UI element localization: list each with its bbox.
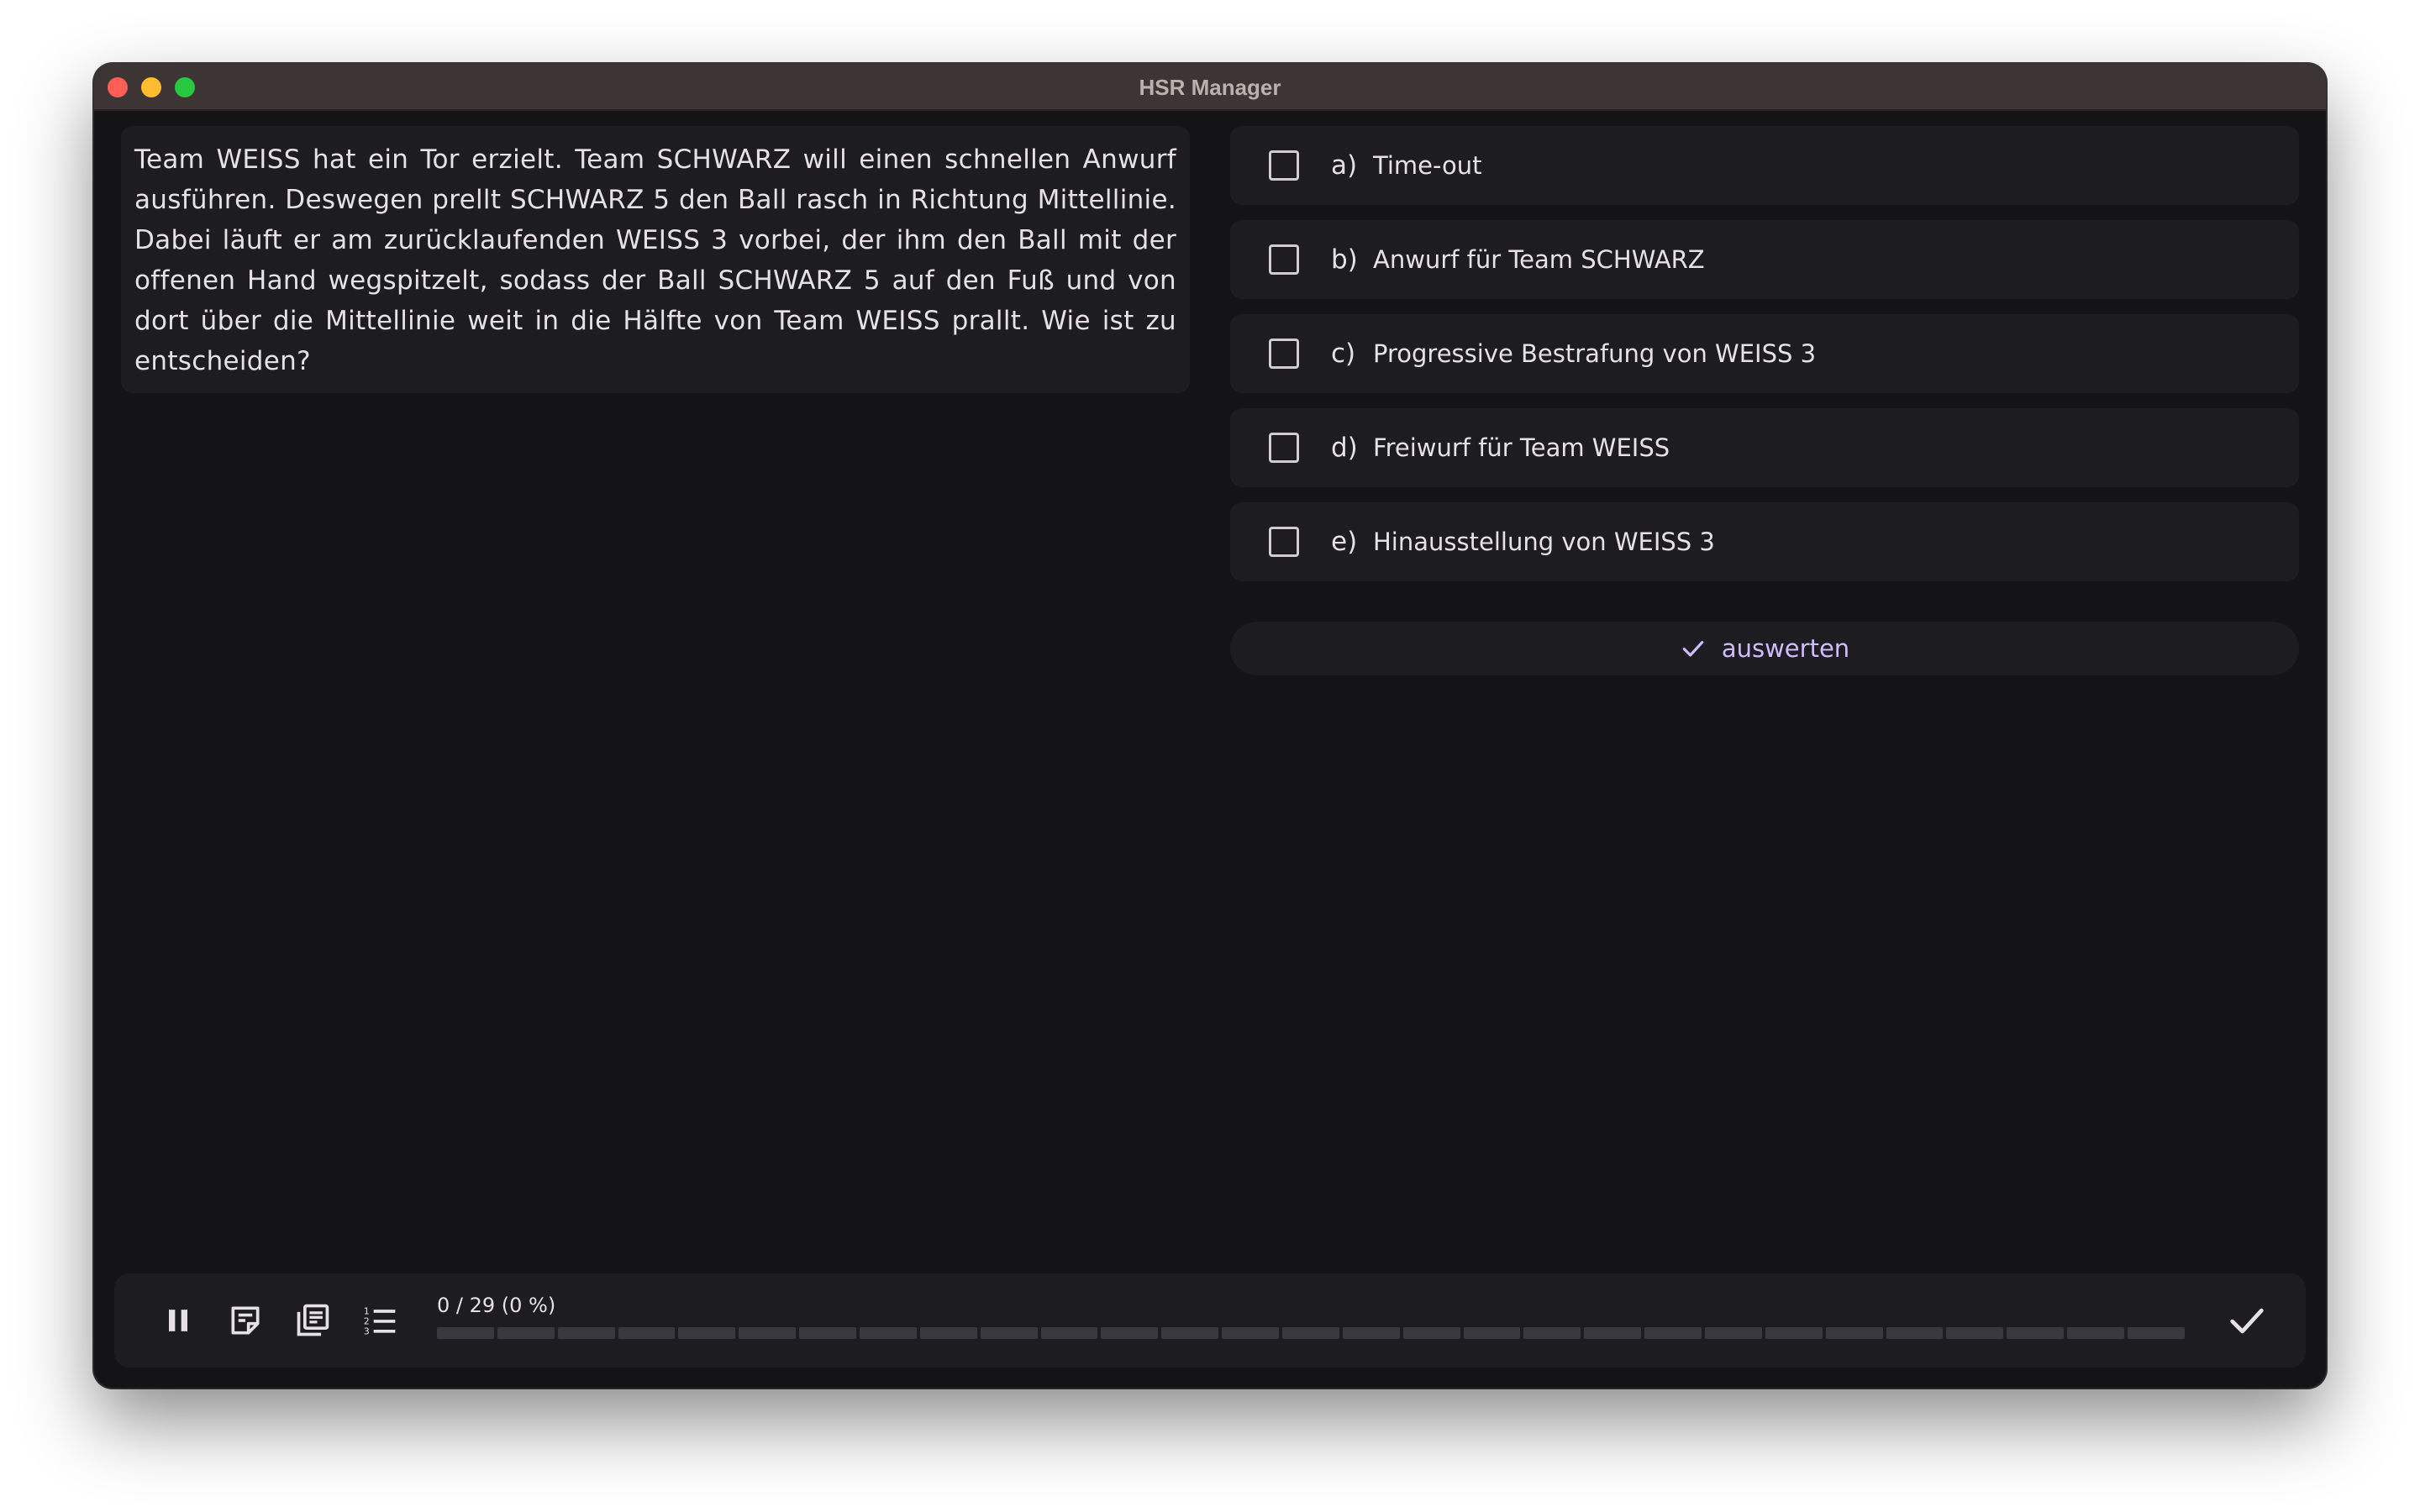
note-icon	[231, 1306, 260, 1335]
question-card: Team WEISS hat ein Tor erzielt. Team SCH…	[121, 126, 1190, 393]
evaluate-label: auswerten	[1721, 634, 1850, 663]
answer-letter: e)	[1331, 527, 1358, 557]
library-icon	[297, 1304, 329, 1336]
progress-segment	[1101, 1327, 1159, 1339]
answer-letter: a)	[1331, 150, 1358, 181]
answer-option-d[interactable]: d) Freiwurf für Team WEISS	[1230, 408, 2299, 487]
answer-text: Progressive Bestrafung von WEISS 3	[1373, 339, 1817, 368]
progress-segment	[919, 1327, 977, 1339]
question-list-button[interactable]: 1 2 3	[360, 1300, 400, 1341]
note-button[interactable]	[225, 1300, 266, 1341]
progress-segment	[860, 1327, 917, 1339]
answer-option-e[interactable]: e) Hinausstellung von WEISS 3	[1230, 502, 2299, 581]
answer-text: Hinausstellung von WEISS 3	[1373, 528, 1715, 556]
answer-option-b[interactable]: b) Anwurf für Team SCHWARZ	[1230, 220, 2299, 299]
answer-text: Time-out	[1373, 151, 1482, 180]
progress-segment	[2007, 1327, 2065, 1339]
question-text: Team WEISS hat ein Tor erzielt. Team SCH…	[134, 144, 1176, 376]
progress-segment	[2067, 1327, 2125, 1339]
progress-segment	[1402, 1327, 1460, 1339]
progress-bar	[437, 1327, 2185, 1339]
finish-button[interactable]	[2225, 1299, 2269, 1342]
progress-segment	[1705, 1327, 1762, 1339]
answer-text: Freiwurf für Team WEISS	[1373, 433, 1670, 462]
progress-label: 0 / 29 (0 %)	[437, 1294, 556, 1317]
progress-segment	[1886, 1327, 1944, 1339]
progress-segment	[1644, 1327, 1702, 1339]
progress-segment	[678, 1327, 736, 1339]
app-window: HSR Manager Team WEISS hat ein Tor erzie…	[94, 64, 2326, 1388]
answer-checkbox[interactable]	[1269, 339, 1299, 369]
progress-segment	[1946, 1327, 2004, 1339]
answer-text: Anwurf für Team SCHWARZ	[1373, 245, 1705, 274]
progress-segment	[1342, 1327, 1400, 1339]
title-bar[interactable]: HSR Manager	[94, 64, 2326, 111]
svg-text:3: 3	[364, 1326, 370, 1337]
answer-option-a[interactable]: a) Time-out	[1230, 126, 2299, 205]
progress-segment	[1040, 1327, 1098, 1339]
progress-segment	[980, 1327, 1038, 1339]
answer-option-c[interactable]: c) Progressive Bestrafung von WEISS 3	[1230, 314, 2299, 393]
progress-segment	[1523, 1327, 1581, 1339]
progress-segment	[799, 1327, 857, 1339]
evaluate-button[interactable]: auswerten	[1230, 622, 2299, 675]
progress-segment	[1222, 1327, 1280, 1339]
progress-segment	[1584, 1327, 1642, 1339]
progress-segment	[1463, 1327, 1521, 1339]
answer-letter: c)	[1331, 339, 1356, 369]
check-icon	[1682, 641, 1704, 657]
pause-button[interactable]	[158, 1300, 198, 1341]
progress-segment	[618, 1327, 676, 1339]
answer-letter: d)	[1331, 433, 1358, 463]
progress-segment	[1282, 1327, 1339, 1339]
progress-segment	[1161, 1327, 1219, 1339]
progress-segment	[497, 1327, 555, 1339]
answer-checkbox[interactable]	[1269, 433, 1299, 463]
progress-segment	[2128, 1327, 2185, 1339]
bottom-toolbar: 1 2 3 0 / 29 (0 %)	[114, 1273, 2306, 1368]
progress-segment	[739, 1327, 797, 1339]
progress-segment	[1765, 1327, 1823, 1339]
progress-segment	[557, 1327, 615, 1339]
answer-checkbox[interactable]	[1269, 244, 1299, 275]
numbered-list-icon: 1 2 3	[364, 1306, 396, 1337]
answer-checkbox[interactable]	[1269, 150, 1299, 181]
progress-segment	[1825, 1327, 1883, 1339]
answer-list: a) Time-out b) Anwurf für Team SCHWARZ c…	[1230, 126, 2299, 596]
window-title: HSR Manager	[1139, 75, 1281, 100]
check-icon	[2230, 1308, 2264, 1334]
answer-checkbox[interactable]	[1269, 527, 1299, 557]
answer-letter: b)	[1331, 244, 1358, 275]
library-button[interactable]	[292, 1300, 333, 1341]
progress-segment	[437, 1327, 494, 1339]
pause-icon	[169, 1310, 187, 1331]
